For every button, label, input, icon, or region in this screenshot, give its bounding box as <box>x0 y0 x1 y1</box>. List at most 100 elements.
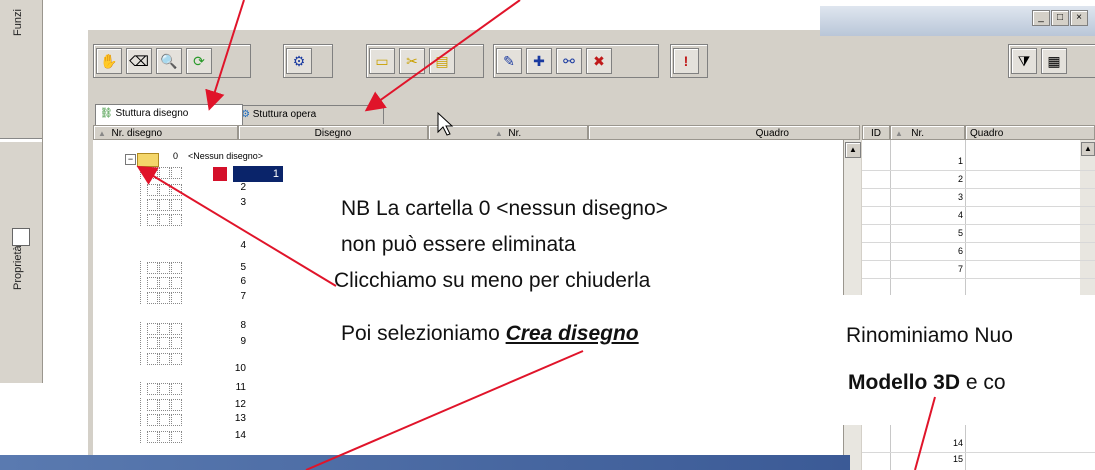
toolbar-group-right: ⧩ ▦ <box>1008 44 1095 78</box>
maximize-button[interactable]: □ <box>1051 10 1069 26</box>
toolbar-group-5: ! <box>670 44 708 78</box>
right-row-number[interactable]: 7 <box>920 264 965 274</box>
tree-branch <box>140 352 196 365</box>
tree-branch <box>140 166 196 179</box>
properties-tab-label[interactable]: Proprietà <box>12 245 24 290</box>
selected-row[interactable]: 1 <box>233 166 283 182</box>
minimize-button[interactable]: _ <box>1032 10 1050 26</box>
right-row-number[interactable]: 1 <box>920 156 965 166</box>
row-separator <box>862 188 1095 189</box>
table-icon[interactable]: ▦ <box>1041 48 1067 74</box>
tree-branch <box>140 382 196 395</box>
tree-branch <box>140 213 196 226</box>
right-row-number[interactable]: 6 <box>920 246 965 256</box>
scroll-up-icon[interactable]: ▲ <box>1081 142 1095 156</box>
row-separator <box>862 260 1095 261</box>
new-folder-icon[interactable]: ▭ <box>369 48 395 74</box>
delete-item-icon[interactable]: ✖ <box>586 48 612 74</box>
find-icon[interactable]: 🔍 <box>156 48 182 74</box>
toolbar-group-3: ▭ ✂ ▤ <box>366 44 484 78</box>
alert-icon[interactable]: ! <box>673 48 699 74</box>
row-separator <box>862 224 1095 225</box>
toolbar-group-2: ⚙ <box>283 44 333 78</box>
right-window-titlebar: _ □ × <box>820 6 1095 36</box>
tree-row-number[interactable]: 10 <box>228 363 246 374</box>
tab-struttura-opera[interactable]: ⚙ Stuttura opera <box>236 105 384 124</box>
row-separator <box>862 452 1095 453</box>
tree-branch <box>140 322 196 335</box>
structure-icon[interactable]: ⚙ <box>286 48 312 74</box>
tree-branch <box>140 198 196 211</box>
refresh-icon[interactable]: ⟳ <box>186 48 212 74</box>
tree-row-number[interactable]: 14 <box>228 430 246 441</box>
tree-row-number[interactable]: 6 <box>228 276 246 287</box>
tree-row-number[interactable]: 3 <box>228 197 246 208</box>
right-table-scrollbar[interactable]: ▲ <box>1080 140 1095 300</box>
add-item-icon[interactable]: ✚ <box>526 48 552 74</box>
cut-folder-icon[interactable]: ✂ <box>399 48 425 74</box>
move-folder-icon[interactable]: ▤ <box>429 48 455 74</box>
folder-icon <box>137 153 159 167</box>
tree-row-number[interactable]: 4 <box>228 240 246 251</box>
tree-row-number[interactable]: 12 <box>228 399 246 410</box>
tree-branch <box>140 336 196 349</box>
note-line-1: NB La cartella 0 <nessun disegno> <box>341 197 668 220</box>
select-icon[interactable]: ✋ <box>96 48 122 74</box>
lower-window-titlebar <box>0 455 850 470</box>
tab-label: Stuttura disegno <box>115 108 189 119</box>
tree-row-number[interactable]: 5 <box>228 262 246 273</box>
model-note: Modello 3D e co <box>848 371 1006 394</box>
drawing-tree-panel <box>93 140 843 470</box>
tab-struttura-disegno[interactable]: ⛓ Stuttura disegno <box>95 104 243 125</box>
right-row-number[interactable]: 3 <box>920 192 965 202</box>
root-number: 0 <box>173 151 179 161</box>
row-separator <box>862 206 1095 207</box>
left-side-panel: Funzi Proprietà <box>0 0 43 383</box>
annotation-background <box>823 295 1095 425</box>
tree-branch <box>140 276 196 289</box>
col-header-nr-right[interactable]: ▲ Nr. <box>890 125 965 140</box>
toolbar-group-4: ✎ ✚ ⚯ ✖ <box>493 44 659 78</box>
col-header-id[interactable]: ID <box>862 125 890 140</box>
erase-icon[interactable]: ⌫ <box>126 48 152 74</box>
close-button[interactable]: × <box>1070 10 1088 26</box>
tab-label: Stuttura opera <box>252 109 317 120</box>
blank-area <box>88 0 820 30</box>
tree-row-number[interactable]: 9 <box>228 336 246 347</box>
row-separator <box>862 242 1095 243</box>
functions-tab-label[interactable]: Funzi <box>12 9 24 36</box>
properties-icon[interactable] <box>12 228 30 246</box>
tree-row-number[interactable]: 8 <box>228 320 246 331</box>
tree-row-number[interactable]: 11 <box>228 382 246 393</box>
panel-divider <box>0 138 42 142</box>
drawing-icon <box>213 167 227 181</box>
right-row-number[interactable]: 14 <box>920 438 965 448</box>
tree-icon: ⛓ <box>100 108 113 119</box>
root-label[interactable]: <Nessun disegno> <box>188 151 263 161</box>
col-header-nr[interactable]: ▲ Nr. <box>428 125 588 140</box>
right-row-number[interactable]: 5 <box>920 228 965 238</box>
filter-icon[interactable]: ⧩ <box>1011 48 1037 74</box>
right-row-number[interactable]: 4 <box>920 210 965 220</box>
tree-branch <box>140 291 196 304</box>
note-line-2: non può essere eliminata <box>341 233 576 256</box>
col-header-quadro-right[interactable]: Quadro <box>965 125 1095 140</box>
right-row-number[interactable]: 15 <box>920 454 965 464</box>
col-header-disegno[interactable]: Disegno <box>238 125 428 140</box>
rename-note: Rinominiamo Nuo <box>846 324 1013 347</box>
tree-row-number[interactable]: 7 <box>228 291 246 302</box>
tree-branch <box>140 413 196 426</box>
pen-icon[interactable]: ✎ <box>496 48 522 74</box>
collapse-toggle-icon[interactable]: − <box>125 154 136 165</box>
tree-row-number[interactable]: 13 <box>228 413 246 424</box>
col-header-quadro[interactable]: Quadro <box>588 125 860 140</box>
right-row-number[interactable]: 2 <box>920 174 965 184</box>
tree-row-number[interactable]: 2 <box>228 182 246 193</box>
tree-branch <box>140 183 196 196</box>
tree-branch <box>140 430 196 443</box>
col-header-nr-disegno[interactable]: ▲ Nr. disegno <box>93 125 238 140</box>
row-separator <box>862 170 1095 171</box>
note-line-3: Clicchiamo su meno per chiuderla <box>334 269 651 292</box>
scroll-up-icon[interactable]: ▲ <box>845 142 861 158</box>
link-item-icon[interactable]: ⚯ <box>556 48 582 74</box>
